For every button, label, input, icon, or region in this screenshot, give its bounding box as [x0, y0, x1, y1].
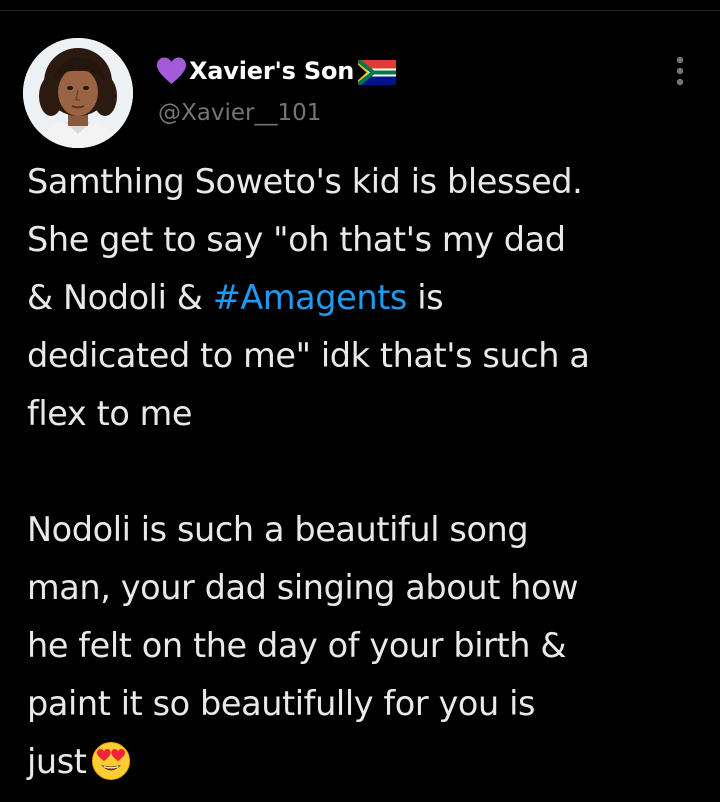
- avatar[interactable]: [23, 38, 133, 148]
- tweet-text-segment: & Nodoli &: [27, 278, 213, 317]
- tweet-text-line: paint it so beautifully for you is: [27, 684, 536, 723]
- tweet-text-line: Nodoli is such a beautiful song: [27, 510, 529, 549]
- tweet-text-line: just: [27, 733, 717, 791]
- tweet-text-segment: just: [27, 742, 87, 781]
- tweet-text-line: he felt on the day of your birth &: [27, 626, 567, 665]
- author-display-name: Xavier's Son: [189, 57, 355, 85]
- tweet-text-line: dedicated to me" idk that's such a: [27, 336, 590, 375]
- tweet-text-line: flex to me: [27, 394, 193, 433]
- tweet-text-line: Samthing Soweto's kid is blessed.: [27, 162, 583, 201]
- tweet-text: Samthing Soweto's kid is blessed. She ge…: [27, 153, 717, 791]
- author-handle[interactable]: @Xavier__101: [158, 100, 321, 126]
- tweet-text-line: & Nodoli & #Amagents is: [27, 269, 717, 327]
- hashtag-link[interactable]: #Amagents: [213, 278, 408, 317]
- tweet-text-line: She get to say "oh that's my dad: [27, 220, 566, 259]
- tweet-text-line: man, your dad singing about how: [27, 568, 579, 607]
- author-name-row[interactable]: Xavier's Son: [156, 54, 397, 88]
- paragraph-break: [27, 443, 717, 501]
- south-africa-flag-icon: [358, 59, 397, 85]
- top-divider: [0, 0, 720, 11]
- purple-heart-icon: [156, 56, 187, 86]
- heart-eyes-emoji-icon: [91, 741, 131, 781]
- more-vertical-icon[interactable]: [665, 54, 695, 88]
- avatar-photo: [23, 38, 133, 148]
- tweet-text-segment: is: [406, 278, 444, 317]
